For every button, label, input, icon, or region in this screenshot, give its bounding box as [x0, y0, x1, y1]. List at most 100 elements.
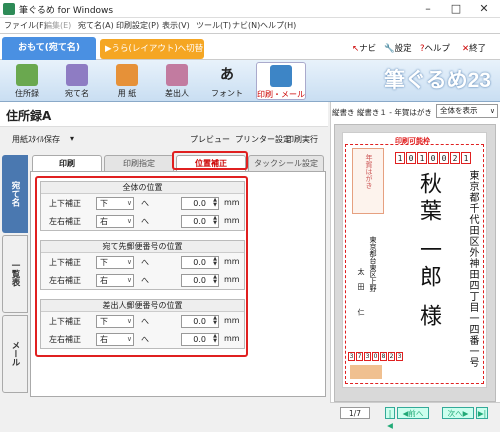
spinner-icon[interactable]: ▲ ▼: [213, 216, 217, 226]
group-title: 差出人郵便番号の位置: [41, 300, 244, 312]
print-execute-button[interactable]: 印刷実行: [286, 134, 318, 145]
menu-help[interactable]: ヘルプ(H): [260, 20, 296, 31]
ribbon-paper[interactable]: 用 紙: [104, 62, 150, 100]
exit-button[interactable]: ✕終了: [462, 42, 486, 54]
prev-page-button[interactable]: ◀前へ: [397, 407, 429, 419]
spinner-icon[interactable]: ▲ ▼: [213, 316, 217, 326]
zip-digit: 1: [417, 152, 427, 164]
menu-print-settings[interactable]: 印刷設定(P): [116, 20, 159, 31]
ribbon-recipient[interactable]: 宛て名: [54, 62, 100, 100]
offset-input[interactable]: 0.0 ▲ ▼: [181, 274, 219, 287]
printer-settings-button[interactable]: プリンター設定: [235, 134, 291, 145]
save-style-button[interactable]: 用紙ｽﾀｲﾙ保存: [12, 134, 60, 145]
tab-tack-seal[interactable]: タックシール設定: [248, 155, 324, 171]
paper-icon: [116, 64, 138, 86]
arrow-label: へ: [141, 335, 149, 344]
zip-digit: 1: [461, 152, 471, 164]
maximize-button[interactable]: □: [442, 0, 470, 18]
chevron-down-icon: ∨: [126, 317, 132, 325]
side-tab-mail[interactable]: メール: [2, 315, 28, 393]
direction-select[interactable]: 下 ∨: [96, 197, 134, 210]
ribbon-sender[interactable]: 差出人: [154, 62, 200, 100]
zip-digit: 0: [372, 352, 379, 361]
offset-input[interactable]: 0.0 ▲ ▼: [181, 197, 219, 210]
ribbon-label: 差出人: [165, 89, 189, 98]
chevron-down-icon: ∨: [489, 107, 495, 115]
direction-select[interactable]: 右 ∨: [96, 274, 134, 287]
save-style-dropdown[interactable]: ▾: [70, 134, 74, 143]
arrow-label: へ: [141, 258, 149, 267]
recipient-icon: [66, 64, 88, 86]
zip-digit: 3: [364, 352, 371, 361]
toolbar: 用紙ｽﾀｲﾙ保存 ▾ プレビュー プリンター設定 印刷実行: [0, 127, 328, 152]
side-tab-recipient[interactable]: 宛て名: [2, 155, 28, 233]
zip-digit: 7: [356, 352, 363, 361]
spinner-icon[interactable]: ▲ ▼: [213, 275, 217, 285]
ribbon-font[interactable]: あフォント: [204, 62, 250, 100]
select-value: 右: [100, 217, 108, 226]
document-header: 住所録A: [0, 102, 328, 127]
ribbon-label: 用 紙: [117, 89, 137, 98]
sender-address: 東京都台東区上野: [369, 236, 377, 292]
tab-print[interactable]: 印刷: [32, 155, 102, 171]
font-icon: あ: [220, 67, 234, 83]
zip-digit: 2: [450, 152, 460, 164]
navi-button[interactable]: ↖ナビ: [352, 42, 376, 54]
direction-select[interactable]: 右 ∨: [96, 333, 134, 346]
offset-input[interactable]: 0.0 ▲ ▼: [181, 333, 219, 346]
chevron-down-icon: ∨: [126, 199, 132, 207]
offset-input[interactable]: 0.0 ▲ ▼: [181, 215, 219, 228]
minimize-button[interactable]: –: [414, 0, 442, 18]
unit-label: mm: [224, 316, 240, 325]
settings-button[interactable]: 🔧設定: [384, 42, 412, 54]
ribbon-print-mail[interactable]: 印刷・メール: [256, 62, 306, 100]
offset-input[interactable]: 0.0 ▲ ▼: [181, 256, 219, 269]
zoom-select[interactable]: 全体を表示 ∨: [436, 104, 498, 118]
stamp-image: 年賀はがき: [352, 148, 384, 214]
offset-value: 0.0: [193, 276, 206, 285]
menu-bar: ファイル(F) 編集(E) 宛て名(A) 印刷設定(P) 表示(V) ツール(T…: [0, 18, 500, 34]
zip-digit: 0: [439, 152, 449, 164]
select-value: 下: [100, 317, 108, 326]
front-side-tab[interactable]: おもて(宛て名): [2, 37, 96, 60]
menu-tools[interactable]: ツール(T): [196, 20, 231, 31]
direction-select[interactable]: 下 ∨: [96, 256, 134, 269]
zip-digit: 2: [388, 352, 395, 361]
mode-bar: おもて(宛て名) ▶うら(レイアウト)へ切替 ↖ナビ 🔧設定 ?ヘルプ ✕終了: [0, 34, 500, 60]
direction-select[interactable]: 右 ∨: [96, 215, 134, 228]
preview-button[interactable]: プレビュー: [190, 134, 230, 145]
side-tab-list[interactable]: 一覧表: [2, 235, 28, 313]
chevron-down-icon: ∨: [126, 258, 132, 266]
last-page-icon[interactable]: ▶|: [476, 407, 488, 419]
sender-icon: [166, 64, 188, 86]
spinner-icon[interactable]: ▲ ▼: [213, 198, 217, 208]
switch-to-back-button[interactable]: ▶うら(レイアウト)へ切替: [100, 39, 204, 59]
group-title: 全体の位置: [41, 182, 244, 194]
spinner-icon[interactable]: ▲ ▼: [213, 257, 217, 267]
app-icon: [3, 3, 15, 15]
exit-label: 終了: [469, 44, 487, 54]
page-indicator: 1/7: [340, 407, 370, 419]
chevron-down-icon: ∨: [126, 217, 132, 225]
first-page-icon[interactable]: |◀: [385, 407, 395, 430]
tab-print-specify[interactable]: 印刷指定: [104, 155, 174, 171]
zip-digit: 3: [348, 352, 355, 361]
zip-digit: 0: [428, 152, 438, 164]
menu-file[interactable]: ファイル(F): [4, 20, 47, 31]
unit-label: mm: [224, 216, 240, 225]
highlight-tab-box: [172, 151, 248, 170]
menu-navi[interactable]: ナビ(N): [232, 20, 260, 31]
offset-input[interactable]: 0.0 ▲ ▼: [181, 315, 219, 328]
menu-view[interactable]: 表示(V): [162, 20, 190, 31]
menu-edit[interactable]: 編集(E): [44, 20, 71, 31]
next-page-button[interactable]: 次へ▶: [442, 407, 474, 419]
row-label: 上下補正: [49, 258, 81, 267]
ribbon-address-book[interactable]: 住所録: [4, 62, 50, 100]
menu-address[interactable]: 宛て名(A): [78, 20, 114, 31]
row-horizontal: 左右補正 右 ∨ へ 0.0 ▲ ▼ mm: [41, 330, 244, 348]
spinner-icon[interactable]: ▲ ▼: [213, 334, 217, 344]
row-vertical: 上下補正 下 ∨ へ 0.0 ▲ ▼ mm: [41, 253, 244, 271]
help-button[interactable]: ?ヘルプ: [420, 42, 450, 54]
direction-select[interactable]: 下 ∨: [96, 315, 134, 328]
close-button[interactable]: ✕: [470, 0, 498, 18]
